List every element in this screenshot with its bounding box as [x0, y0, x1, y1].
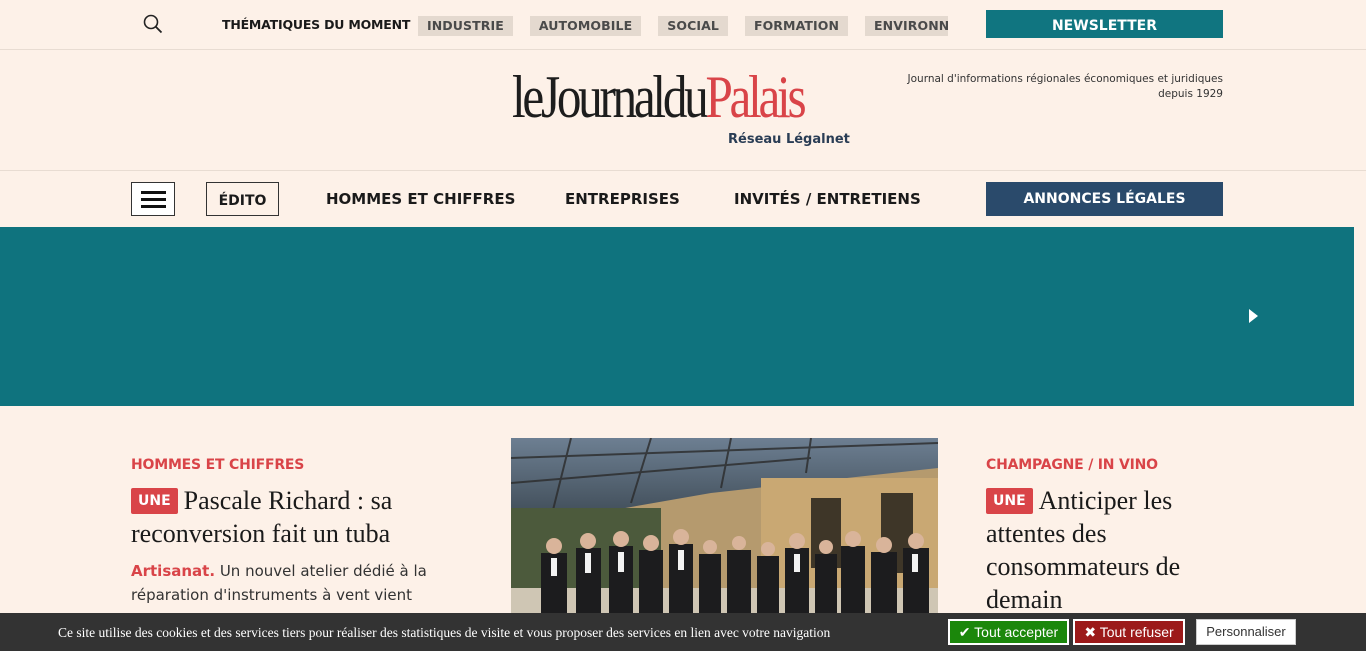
article-left-category[interactable]: HOMMES ET CHIFFRES: [131, 457, 304, 473]
thematiques-label: THÉMATIQUES DU MOMENT: [222, 17, 411, 32]
close-icon: ✖: [1084, 624, 1097, 640]
nav-hommes-chiffres[interactable]: HOMMES ET CHIFFRES: [326, 190, 515, 208]
tag-industrie[interactable]: INDUSTRIE: [418, 16, 513, 36]
menu-icon[interactable]: [131, 182, 175, 216]
banner-carousel: [0, 227, 1354, 406]
article-photo[interactable]: [511, 438, 938, 618]
logo-subtitle: Réseau Légalnet: [728, 132, 850, 147]
logo-wordmark: leJournalduPalais: [512, 64, 807, 130]
une-badge: UNE: [131, 488, 178, 514]
article-right-category[interactable]: CHAMPAGNE / IN VINO: [986, 457, 1158, 473]
tag-social[interactable]: SOCIAL: [658, 16, 728, 36]
nav-invites-entretiens[interactable]: INVITÉS / ENTRETIENS: [734, 190, 921, 208]
une-badge: UNE: [986, 488, 1033, 514]
annonces-legales-button[interactable]: ANNONCES LÉGALES: [986, 182, 1223, 216]
cookie-text: Ce site utilise des cookies et des servi…: [58, 625, 831, 640]
article-right-title[interactable]: UNE Anticiper les attentes des consommate…: [986, 484, 1226, 616]
topic-tags: INDUSTRIE AUTOMOBILE SOCIAL FORMATION ENVIRO…: [418, 15, 948, 37]
newsletter-button[interactable]: NEWSLETTER: [986, 10, 1223, 38]
article-left-excerpt: Artisanat. Un nouvel atelier dédié à la …: [131, 562, 427, 604]
nav-entreprises[interactable]: ENTREPRISES: [565, 190, 680, 208]
site-header: leJournalduPalais Réseau Légalnet Journa…: [0, 50, 1366, 171]
tag-automobile[interactable]: AUTOMOBILE: [529, 16, 642, 36]
accept-cookies-button[interactable]: ✔ Tout accepter: [948, 619, 1069, 645]
main-nav: ÉDITO HOMMES ET CHIFFRES ENTREPRISES INV…: [0, 171, 1366, 227]
top-bar: THÉMATIQUES DU MOMENT INDUSTRIE AUTOMOBIL…: [0, 0, 1366, 50]
search-icon[interactable]: [143, 14, 163, 34]
refuse-cookies-button[interactable]: ✖ Tout refuser: [1073, 619, 1185, 645]
site-logo[interactable]: leJournalduPalais Réseau Légalnet: [512, 66, 852, 156]
article-left-title[interactable]: UNE Pascale Richard : sa reconversion fai…: [131, 484, 461, 550]
customize-cookies-button[interactable]: Personnaliser: [1196, 619, 1296, 645]
cookie-banner: Ce site utilise des cookies et des servi…: [0, 613, 1366, 651]
tag-environnement[interactable]: ENVIRONNEMENT: [865, 16, 948, 36]
check-icon: ✔: [958, 624, 971, 640]
site-tagline: Journal d'informations régionales économ…: [907, 73, 1223, 100]
next-arrow-icon[interactable]: [1249, 309, 1258, 323]
edito-button[interactable]: ÉDITO: [206, 182, 279, 216]
tag-formation[interactable]: FORMATION: [744, 16, 849, 36]
